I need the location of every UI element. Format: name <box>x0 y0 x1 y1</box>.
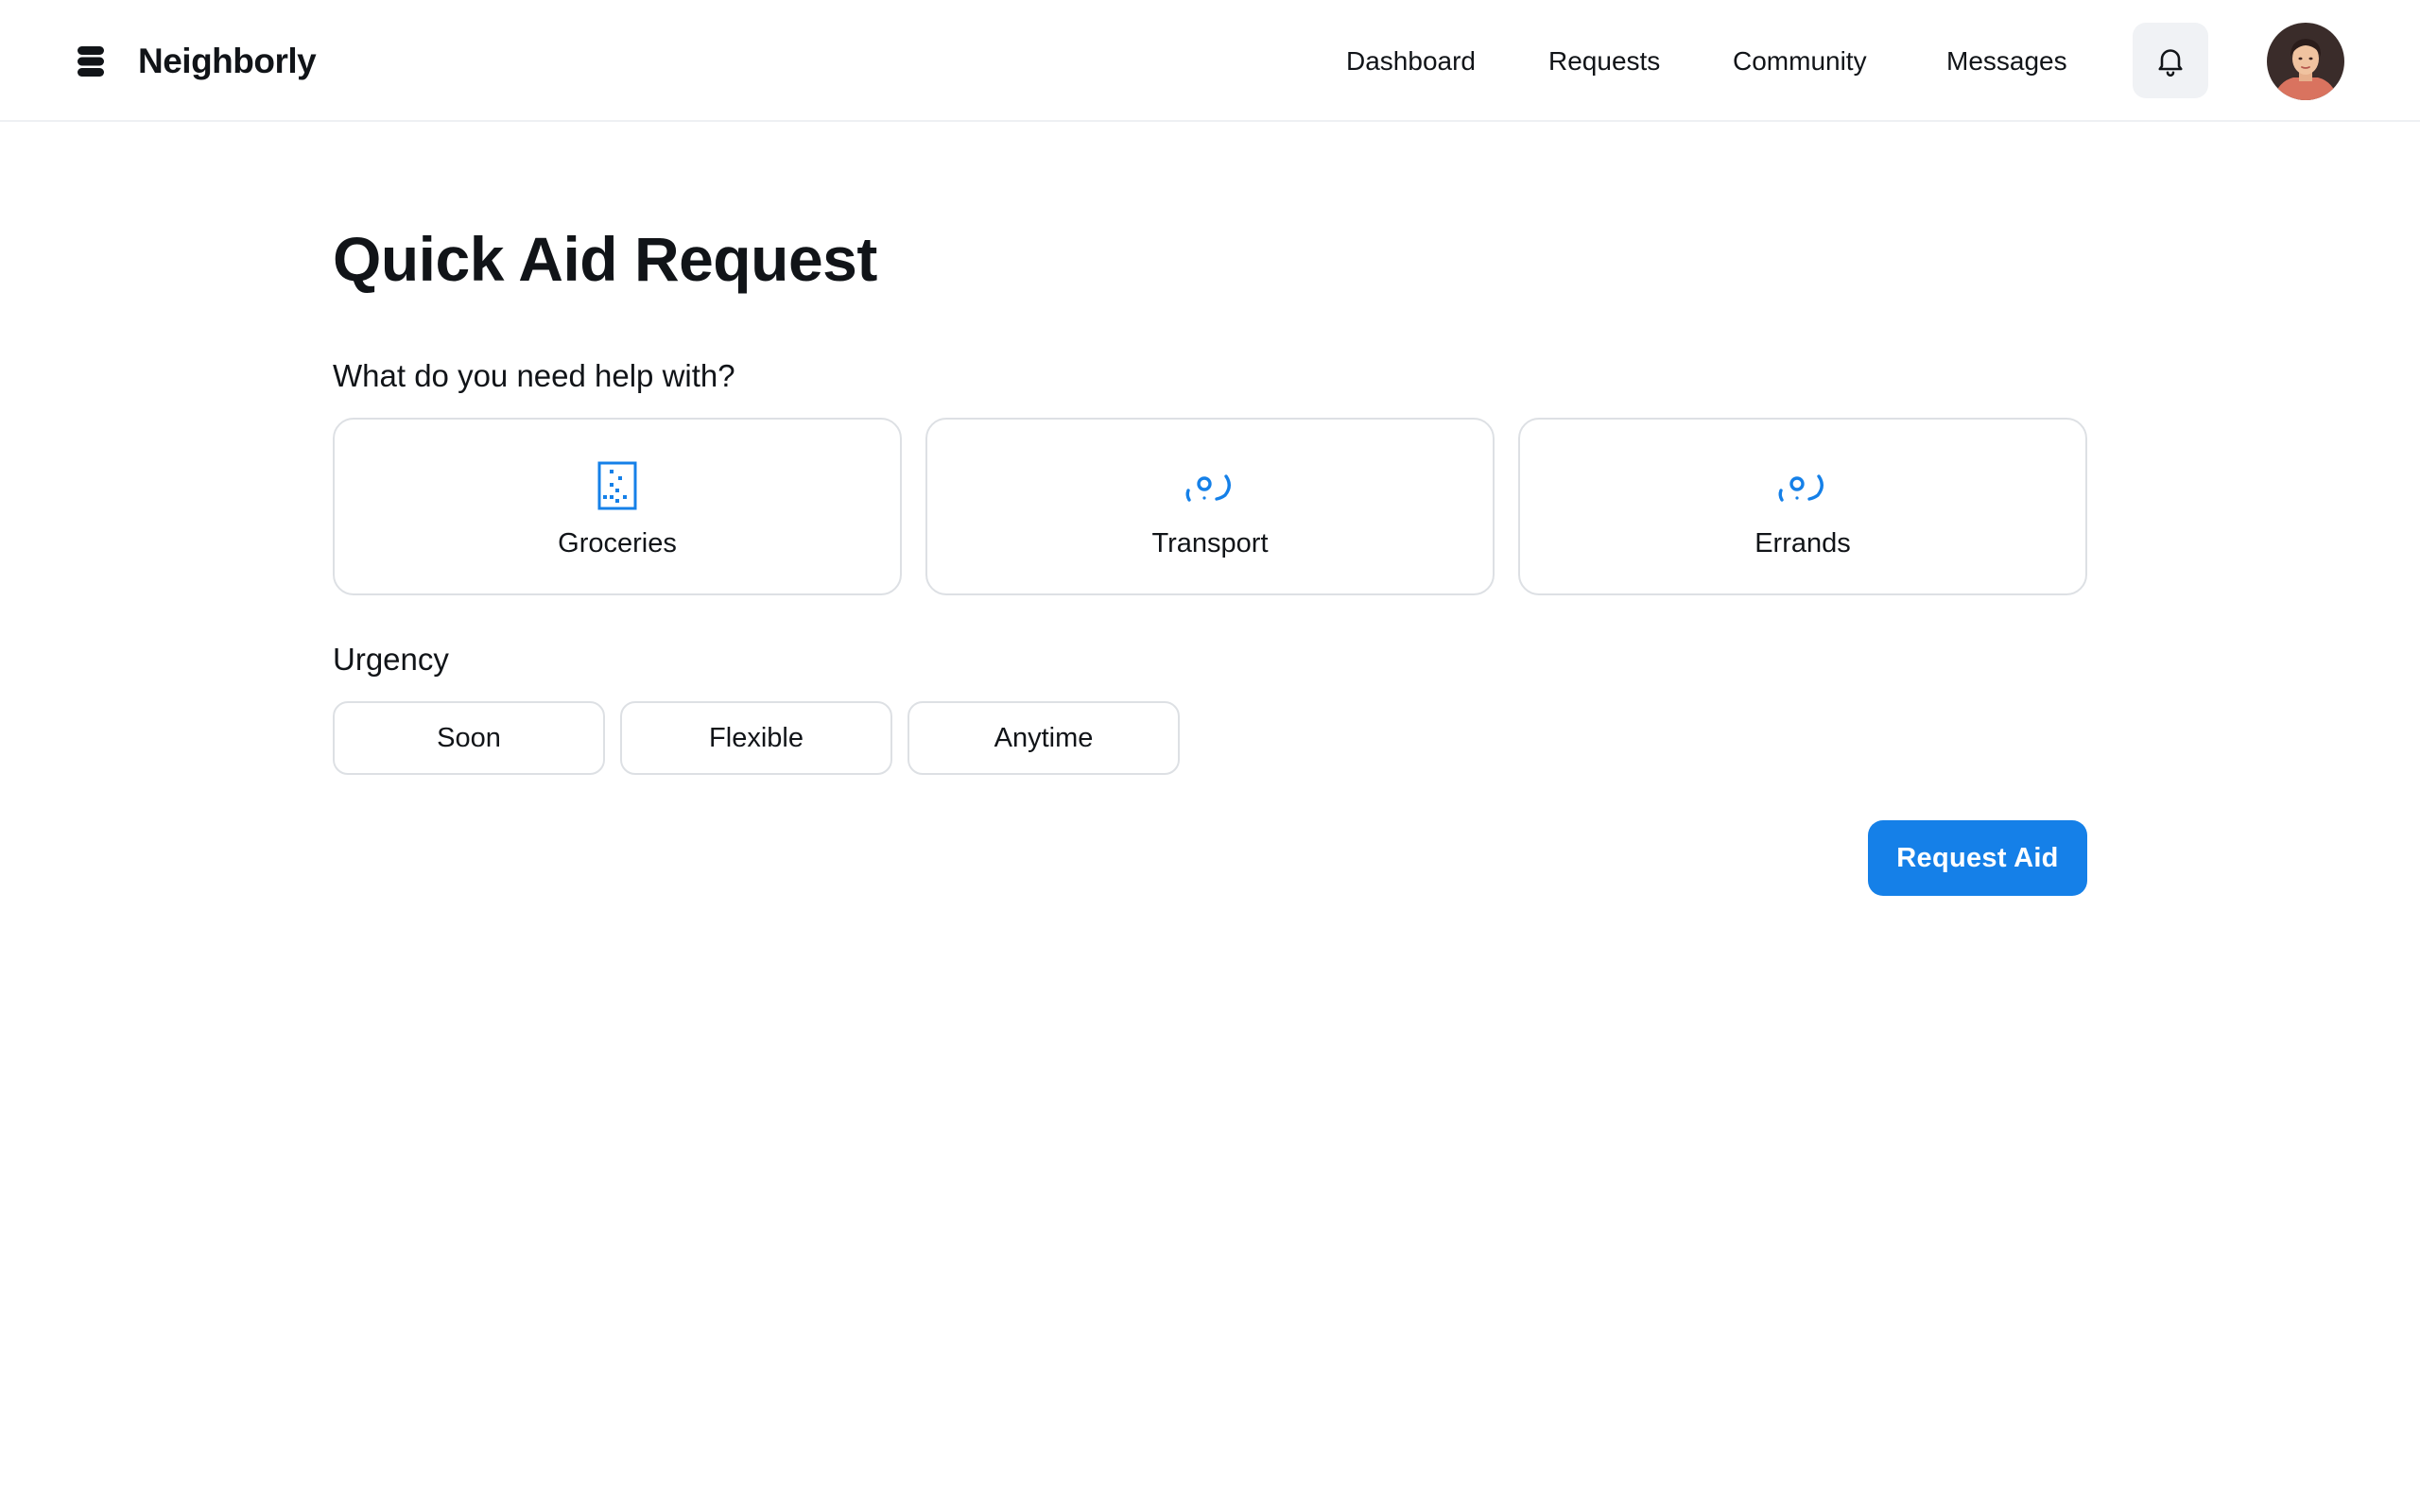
avatar-image <box>2267 23 2344 100</box>
request-aid-button[interactable]: Request Aid <box>1868 820 2087 896</box>
category-groceries[interactable]: Groceries <box>333 418 902 595</box>
urgency-label: Urgency <box>333 642 449 677</box>
nav-dashboard[interactable]: Dashboard <box>1346 38 1476 85</box>
app-name: Neighborly <box>138 42 317 80</box>
brand[interactable]: Neighborly <box>76 38 317 85</box>
category-label: Groceries <box>558 528 677 558</box>
category-errands[interactable]: Errands <box>1518 418 2087 595</box>
urgency-anytime[interactable]: Anytime <box>908 701 1180 775</box>
category-label: Transport <box>1151 528 1269 558</box>
user-avatar[interactable] <box>2267 23 2344 100</box>
notifications-button[interactable] <box>2133 23 2208 98</box>
wheelchair-icon <box>1778 474 1824 502</box>
nav-community[interactable]: Community <box>1733 38 1867 85</box>
abacus-icon <box>597 461 637 510</box>
page-title: Quick Aid Request <box>333 224 877 294</box>
help-type-label: What do you need help with? <box>333 358 735 393</box>
bell-icon <box>2158 49 2183 77</box>
urgency-soon[interactable]: Soon <box>333 701 605 775</box>
category-label: Errands <box>1754 528 1851 558</box>
wheelchair-icon <box>1185 474 1231 502</box>
urgency-flexible[interactable]: Flexible <box>620 701 892 775</box>
stacked-layers-icon <box>78 46 104 77</box>
nav-requests[interactable]: Requests <box>1548 38 1660 85</box>
category-transport[interactable]: Transport <box>925 418 1495 595</box>
top-navbar: Neighborly Dashboard Requests Community … <box>0 0 2420 122</box>
nav-messages[interactable]: Messages <box>1946 38 2067 85</box>
